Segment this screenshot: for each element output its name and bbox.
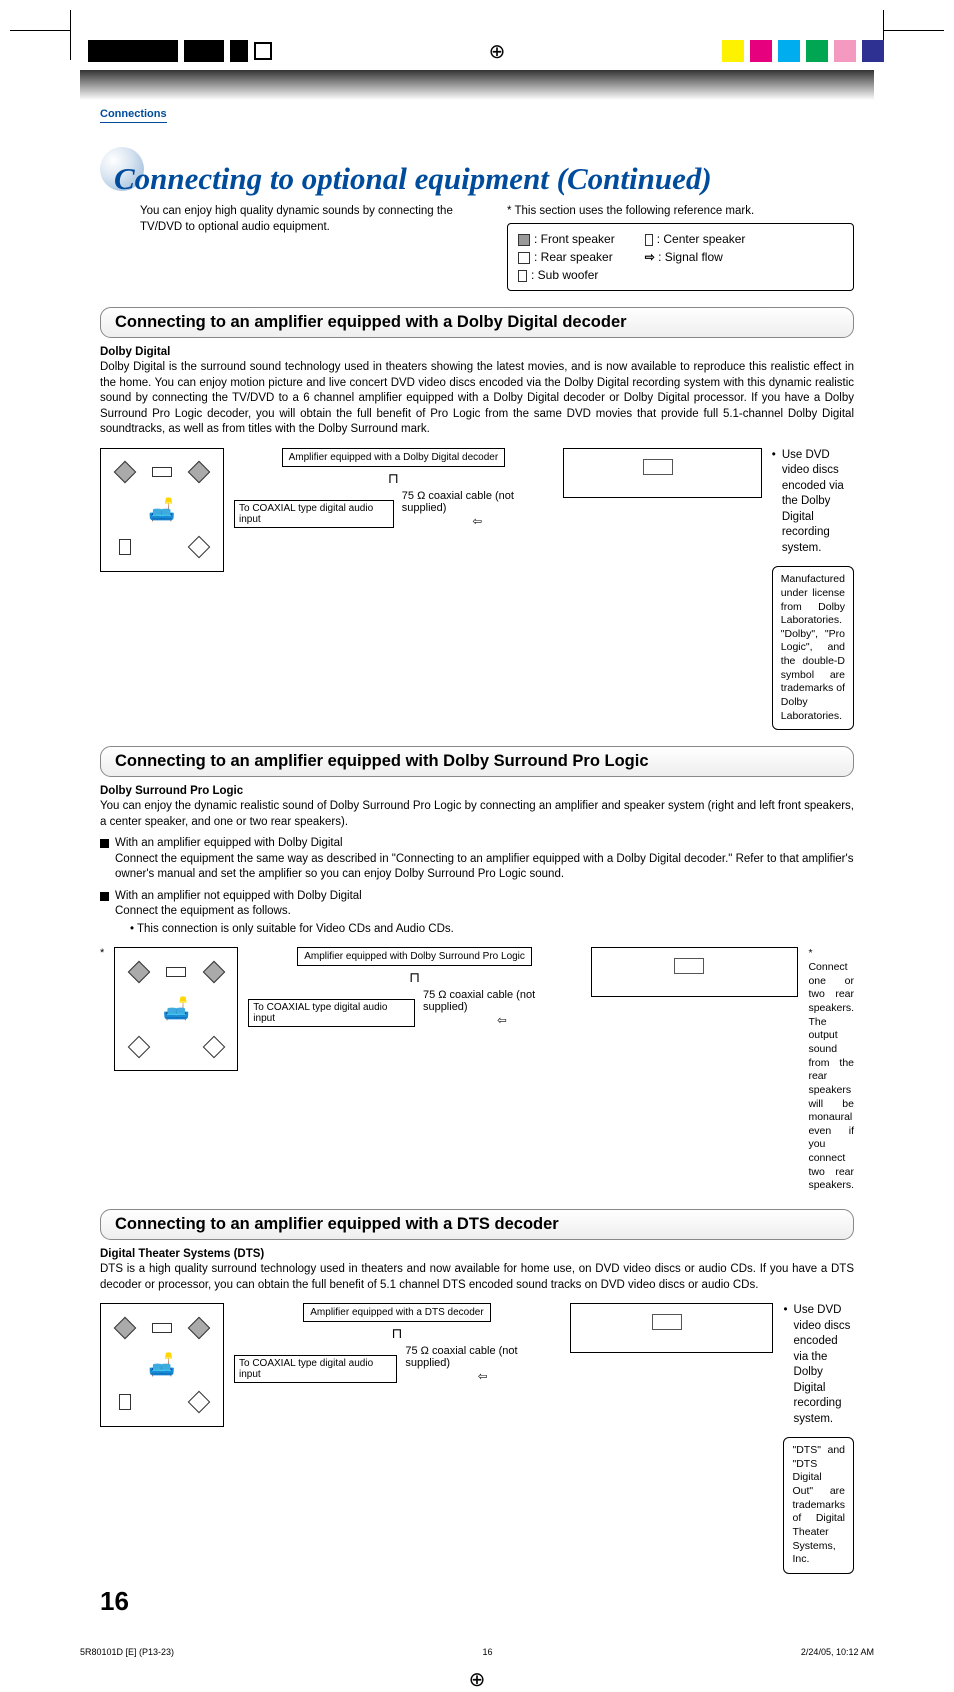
bullet1-title: With an amplifier equipped with Dolby Di… bbox=[115, 837, 343, 849]
footer-center: 16 bbox=[482, 1647, 492, 1657]
registration-mark-icon: ⊕ bbox=[489, 39, 506, 64]
license-dolby: Manufactured under license from Dolby La… bbox=[772, 566, 854, 730]
subheading-dts: Digital Theater Systems (DTS) bbox=[100, 1248, 854, 1260]
bullet2-title: With an amplifier not equipped with Dolb… bbox=[115, 890, 362, 902]
amp-label: Amplifier equipped with a Dolby Digital … bbox=[282, 448, 506, 467]
right-bullet-3: Use DVD video discs encoded via the Dolb… bbox=[794, 1303, 854, 1427]
section-heading-dts: Connecting to an amplifier equipped with… bbox=[100, 1209, 854, 1240]
intro-text: You can enjoy high quality dynamic sound… bbox=[100, 203, 487, 291]
dvd-player-icon bbox=[591, 947, 799, 997]
subheading-dolby-digital: Dolby Digital bbox=[100, 346, 854, 358]
asterisk-note: * Connect one or two rear speakers. The … bbox=[808, 947, 854, 1193]
amp-label-2: Amplifier equipped with Dolby Surround P… bbox=[297, 947, 532, 966]
body-dolby-digital: Dolby Digital is the surround sound tech… bbox=[100, 360, 854, 438]
bullet-square-icon bbox=[100, 839, 109, 848]
registration-mark-bottom-icon: ⊕ bbox=[0, 1667, 954, 1692]
section-heading-prologic: Connecting to an amplifier equipped with… bbox=[100, 746, 854, 777]
dvd-player-icon bbox=[563, 448, 762, 498]
bullet2-body: Connect the equipment as follows. bbox=[115, 905, 291, 917]
right-bullet-1: Use DVD video discs encoded via the Dolb… bbox=[782, 448, 854, 557]
subwoofer-icon bbox=[518, 270, 527, 282]
cable-label: 75 Ω coaxial cable (not supplied) bbox=[402, 490, 553, 514]
section-heading-dolby-digital: Connecting to an amplifier equipped with… bbox=[100, 307, 854, 338]
coax-label-2: To COAXIAL type digital audio input bbox=[248, 999, 415, 1027]
body-prologic: You can enjoy the dynamic realistic soun… bbox=[100, 799, 854, 830]
page-title: Connecting to optional equipment (Contin… bbox=[114, 161, 712, 197]
footer: 5R80101D [E] (P13-23) 16 2/24/05, 10:12 … bbox=[80, 1647, 874, 1657]
cable-label-2: 75 Ω coaxial cable (not supplied) bbox=[423, 989, 581, 1013]
body-dts: DTS is a high quality surround technolog… bbox=[100, 1262, 854, 1293]
diagram-dts: 🛋️ Amplifier equipped with a DTS decoder… bbox=[100, 1303, 854, 1574]
reference-note: * This section uses the following refere… bbox=[507, 203, 854, 219]
center-speaker-icon bbox=[645, 234, 653, 246]
dvd-player-icon bbox=[570, 1303, 774, 1353]
license-dts: "DTS" and "DTS Digital Out" are trademar… bbox=[783, 1437, 854, 1574]
section-label: Connections bbox=[100, 108, 167, 123]
coax-label: To COAXIAL type digital audio input bbox=[234, 500, 394, 528]
header-gradient bbox=[80, 70, 874, 100]
signal-flow-icon: ⇨ bbox=[645, 250, 658, 264]
amp-label-3: Amplifier equipped with a DTS decoder bbox=[303, 1303, 490, 1322]
cable-label-3: 75 Ω coaxial cable (not supplied) bbox=[405, 1345, 560, 1369]
front-speaker-icon bbox=[518, 234, 530, 246]
rear-speaker-icon bbox=[518, 252, 530, 264]
page-number: 16 bbox=[100, 1586, 854, 1617]
footer-right: 2/24/05, 10:12 AM bbox=[801, 1647, 874, 1657]
bullet1-body: Connect the equipment the same way as de… bbox=[115, 853, 853, 881]
coax-label-3: To COAXIAL type digital audio input bbox=[234, 1355, 397, 1383]
subheading-prologic: Dolby Surround Pro Logic bbox=[100, 785, 854, 797]
print-color-bar: ⊕ bbox=[0, 40, 954, 62]
legend-box: : Front speaker : Rear speaker : Sub woo… bbox=[507, 223, 854, 291]
diagram-dolby-digital: 🛋️ Amplifier equipped with a Dolby Digit… bbox=[100, 448, 854, 731]
footer-left: 5R80101D [E] (P13-23) bbox=[80, 1647, 174, 1657]
bullet-square-icon bbox=[100, 892, 109, 901]
diagram-prologic: * 🛋️ Amplifier equipped with Dolby Surro… bbox=[100, 947, 854, 1193]
bullet2-note: • This connection is only suitable for V… bbox=[130, 922, 854, 938]
